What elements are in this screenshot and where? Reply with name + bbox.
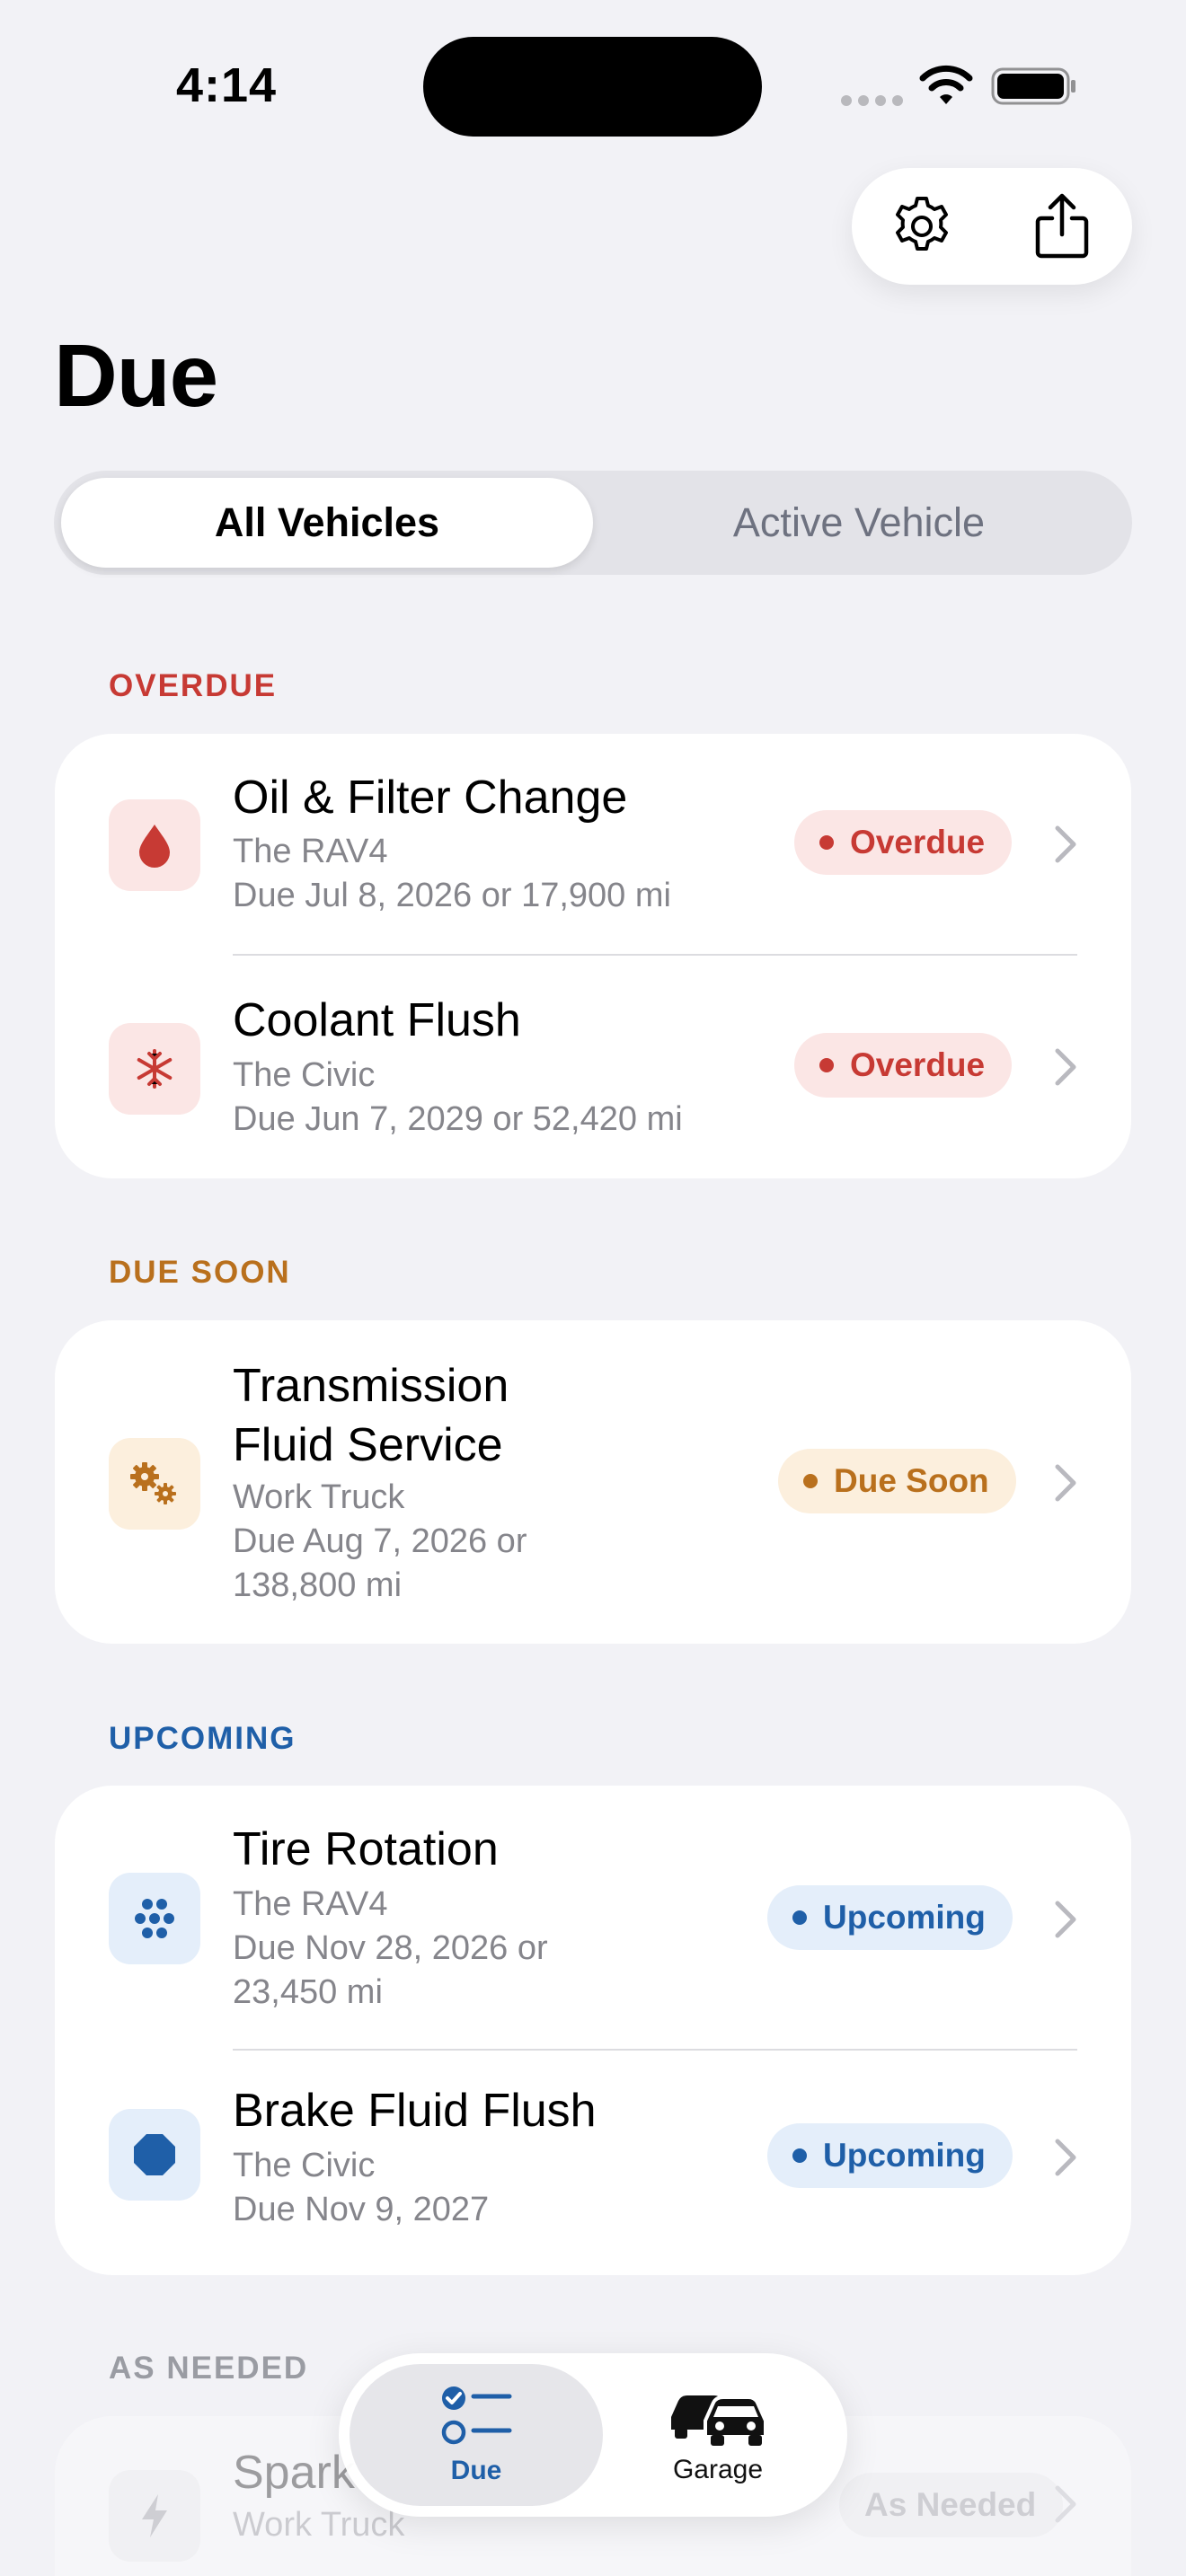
item-title: Spark: [233, 2447, 355, 2499]
snowflake-icon: [109, 1023, 200, 1115]
chevron-right-icon: [1055, 825, 1076, 863]
share-icon: [1035, 193, 1089, 259]
status-label: Upcoming: [823, 1899, 986, 1936]
checklist-icon: [441, 2386, 512, 2445]
tab-label: Garage: [672, 2455, 764, 2484]
item-title: Brake Fluid Flush: [233, 2085, 597, 2137]
item-due-line1: Due Nov 28, 2026 or: [233, 1929, 548, 1967]
item-due-line2: 138,800 mi: [233, 1566, 403, 1604]
item-due: Due Jul 8, 2026 or 17,900 mi: [233, 877, 671, 914]
tab-label: Due: [450, 2456, 502, 2485]
status-dot: [792, 1910, 807, 1925]
section-header-as-needed: AS NEEDED: [109, 2351, 309, 2386]
settings-button[interactable]: [877, 181, 967, 271]
tire-rotation-icon: [109, 1873, 200, 1964]
status-label: Due Soon: [834, 1462, 989, 1499]
overdue-card: Oil & Filter Change The RAV4 Due Jul 8, …: [55, 734, 1131, 1178]
status-bar: 4:14: [0, 0, 1186, 171]
list-item-brake-fluid-flush[interactable]: Brake Fluid Flush The Civic Due Nov 9, 2…: [55, 2051, 1131, 2275]
cars-icon: [671, 2395, 767, 2446]
item-title: Tire Rotation: [233, 1823, 499, 1875]
item-due-line2: 23,450 mi: [233, 1973, 383, 2011]
section-header-upcoming: UPCOMING: [109, 1721, 296, 1756]
item-vehicle: The Civic: [233, 2147, 376, 2184]
bolt-icon: [109, 2470, 200, 2562]
status-badge: Overdue: [794, 1033, 1013, 1098]
tab-bar: Due Garage: [339, 2353, 847, 2517]
page-title: Due: [54, 326, 218, 425]
status-label: Upcoming: [823, 2137, 986, 2174]
octagon-icon: [109, 2109, 200, 2201]
status-label: As Needed: [864, 2486, 1037, 2523]
chevron-right-icon: [1055, 2485, 1076, 2523]
status-label: Overdue: [850, 1046, 986, 1083]
row-divider: [233, 2049, 1077, 2051]
list-item-oil-filter-change[interactable]: Oil & Filter Change The RAV4 Due Jul 8, …: [55, 734, 1131, 956]
item-due: Due Jun 7, 2029 or 52,420 mi: [233, 1100, 683, 1138]
due-soon-card: Transmission Fluid Service Work Truck Du…: [55, 1320, 1131, 1644]
section-header-overdue: OVERDUE: [109, 668, 278, 703]
top-action-bar: [852, 168, 1132, 285]
chevron-right-icon: [1055, 1901, 1076, 1938]
item-vehicle: Work Truck: [233, 1478, 405, 1516]
status-badge: Upcoming: [767, 2123, 1013, 2188]
item-vehicle: The RAV4: [233, 1885, 388, 1923]
dynamic-island: [423, 37, 762, 137]
list-item-tire-rotation[interactable]: Tire Rotation The RAV4 Due Nov 28, 2026 …: [55, 1786, 1131, 2051]
gears-icon: [109, 1438, 200, 1530]
section-header-due-soon: DUE SOON: [109, 1255, 291, 1290]
status-dot: [819, 1058, 834, 1072]
drop-icon: [109, 799, 200, 891]
row-divider: [233, 954, 1077, 956]
upcoming-card: Tire Rotation The RAV4 Due Nov 28, 2026 …: [55, 1786, 1131, 2275]
gear-icon: [896, 197, 948, 251]
share-button[interactable]: [1017, 181, 1107, 271]
item-vehicle: Work Truck: [233, 2506, 405, 2544]
item-due: Due Nov 9, 2027: [233, 2191, 490, 2228]
cellular-signal-icon: [841, 95, 903, 106]
wifi-icon: [919, 65, 973, 104]
status-badge: Due Soon: [778, 1449, 1016, 1513]
chevron-right-icon: [1055, 2139, 1076, 2176]
vehicle-filter-segmented-control: All Vehicles Active Vehicle: [54, 471, 1132, 575]
item-title: Coolant Flush: [233, 994, 521, 1046]
tab-garage[interactable]: Garage: [599, 2364, 836, 2506]
status-badge: Overdue: [794, 810, 1013, 875]
list-item-coolant-flush[interactable]: Coolant Flush The Civic Due Jun 7, 2029 …: [55, 957, 1131, 1178]
battery-icon: [991, 67, 1075, 105]
item-vehicle: The Civic: [233, 1056, 376, 1094]
item-vehicle: The RAV4: [233, 833, 388, 870]
list-item-transmission-fluid-service[interactable]: Transmission Fluid Service Work Truck Du…: [55, 1320, 1131, 1644]
item-title: Oil & Filter Change: [233, 772, 628, 824]
segment-active-vehicle[interactable]: Active Vehicle: [593, 478, 1125, 568]
status-dot: [819, 835, 834, 850]
status-badge: Upcoming: [767, 1885, 1013, 1950]
item-due-line1: Due Aug 7, 2026 or: [233, 1522, 527, 1560]
chevron-right-icon: [1055, 1048, 1076, 1086]
item-title-line2: Fluid Service: [233, 1419, 503, 1471]
status-label: Overdue: [850, 824, 986, 860]
item-title-line1: Transmission: [233, 1360, 509, 1412]
segment-all-vehicles[interactable]: All Vehicles: [61, 478, 593, 568]
status-time: 4:14: [176, 58, 278, 112]
status-dot: [803, 1474, 818, 1488]
tab-due[interactable]: Due: [350, 2364, 603, 2506]
status-dot: [792, 2148, 807, 2163]
chevron-right-icon: [1055, 1464, 1076, 1502]
status-badge: As Needed: [839, 2473, 1064, 2537]
